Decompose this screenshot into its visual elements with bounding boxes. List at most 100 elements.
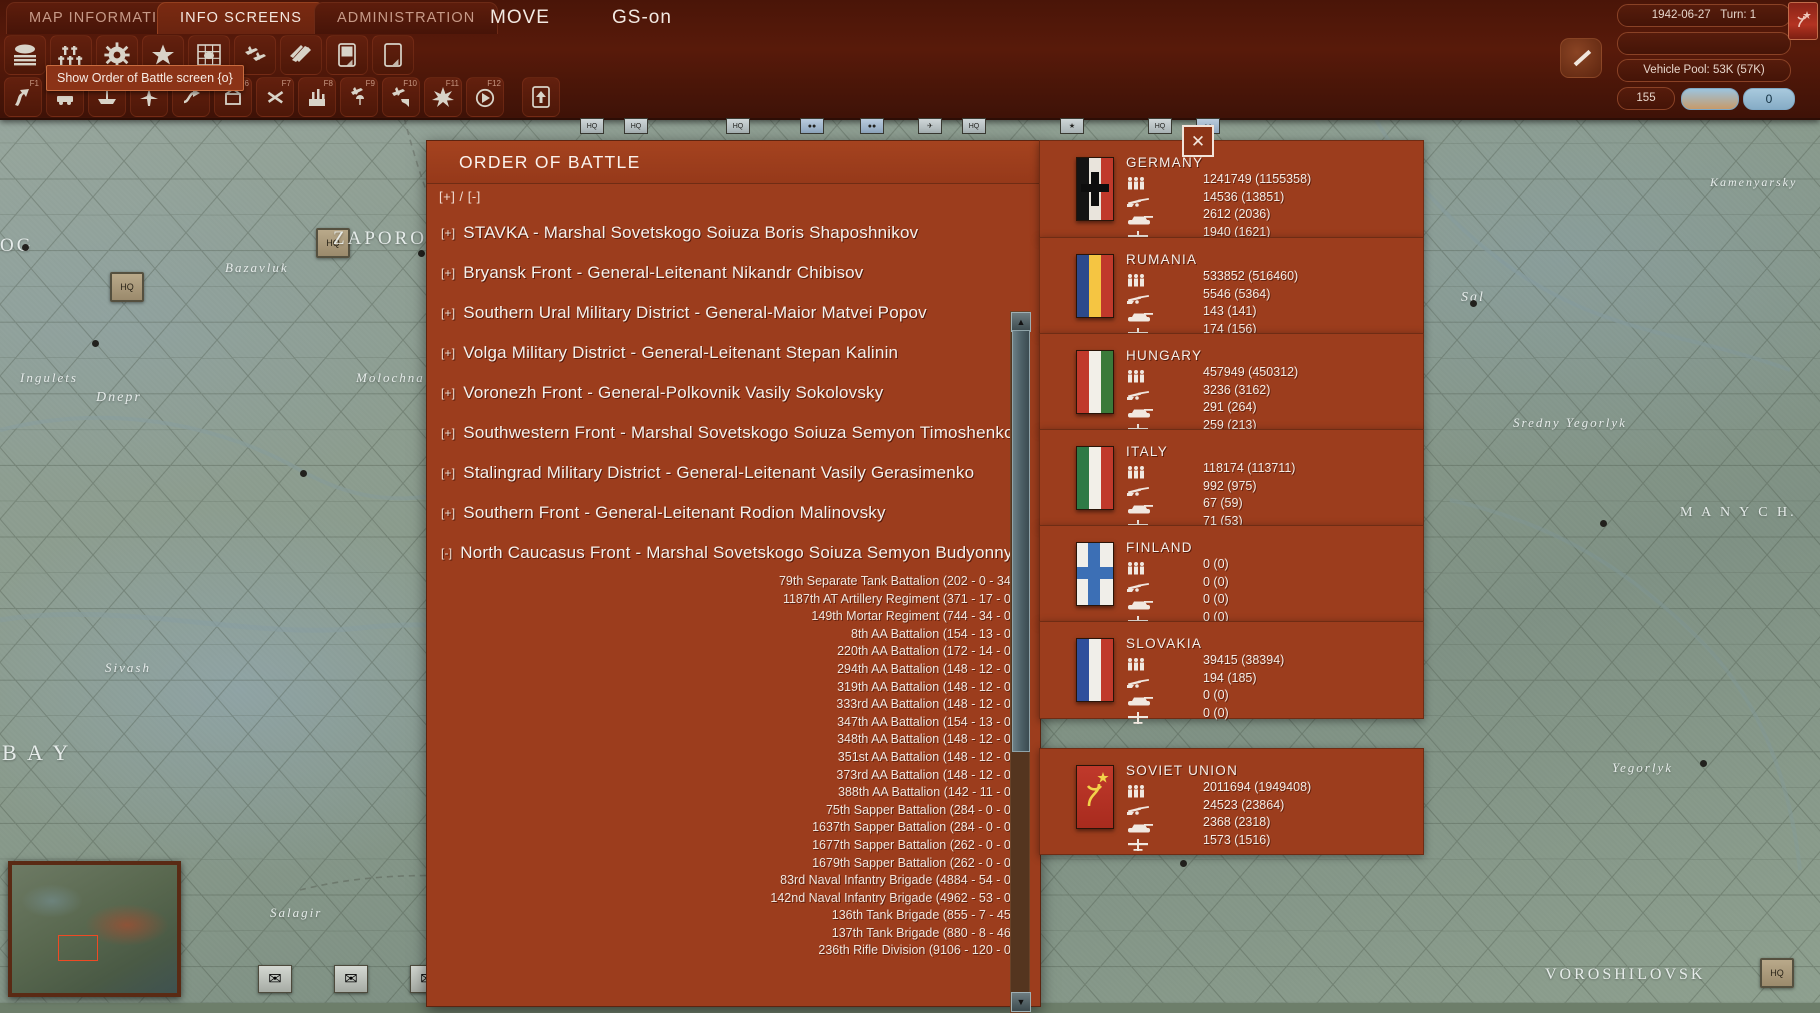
map-counter[interactable]: HQ [1148, 118, 1172, 134]
expand-all-button[interactable]: [+] [439, 189, 455, 204]
oob-node[interactable]: [-]North Caucasus Front - Marshal Sovets… [427, 533, 1040, 573]
oob-subunit-row[interactable]: 348th AA Battalion (148 - 12 - 0) [427, 731, 1040, 749]
counter-value-pill[interactable]: 155 [1617, 87, 1675, 110]
oob-subunit-row[interactable]: 388th AA Battalion (142 - 11 - 0) [427, 784, 1040, 802]
tab-info-screens[interactable]: INFO SCREENS [157, 2, 325, 34]
scrollbar-thumb[interactable] [1012, 330, 1030, 752]
nation-card[interactable]: RUMANIA533852 (516460)5546 (5364)143 (14… [1039, 237, 1424, 335]
oob-tree[interactable]: [+]STAVKA - Marshal Sovetskogo Soiuza Bo… [427, 213, 1040, 1006]
logistics-fuel-icon[interactable] [372, 35, 414, 75]
nation-card[interactable]: HUNGARY457949 (450312)3236 (3162)291 (26… [1039, 333, 1424, 431]
upload-unit-icon[interactable] [522, 77, 560, 117]
oob-subunit-row[interactable]: 1679th Sapper Battalion (262 - 0 - 0) [427, 855, 1040, 873]
node-toggle-icon[interactable]: [+] [441, 346, 455, 360]
map-counter[interactable]: ✈ [918, 118, 942, 134]
oob-node[interactable]: [+]Southwestern Front - Marshal Sovetsko… [427, 413, 1040, 453]
map-counter[interactable]: ●● [860, 118, 884, 134]
oob-scrollbar[interactable]: ▲ ▼ [1010, 311, 1030, 1013]
date-turn-pill[interactable]: 1942-06-27 Turn: 1 [1617, 4, 1791, 27]
node-toggle-icon[interactable]: [+] [441, 266, 455, 280]
bomb-industry-icon[interactable]: F8 [298, 77, 336, 117]
oob-node[interactable]: [+]Southern Front - General-Leitenant Ro… [427, 493, 1040, 533]
blank-status-pill[interactable] [1617, 32, 1791, 55]
node-toggle-icon[interactable]: [+] [441, 466, 455, 480]
oob-subunit-row[interactable]: 236th Rifle Division (9106 - 120 - 0) [427, 942, 1040, 960]
draw-tool-button[interactable] [1560, 38, 1602, 78]
node-toggle-icon[interactable]: [-] [441, 546, 452, 560]
close-icon[interactable]: ✕ [1182, 125, 1214, 157]
zero-value-pill[interactable]: 0 [1743, 88, 1795, 110]
oob-node[interactable]: [+]Stalingrad Military District - Genera… [427, 453, 1040, 493]
oob-subunit-row[interactable]: 220th AA Battalion (172 - 14 - 0) [427, 643, 1040, 661]
gs-toggle-label[interactable]: GS-on [612, 2, 672, 33]
oob-subunit-row[interactable]: 347th AA Battalion (154 - 13 - 0) [427, 714, 1040, 732]
map-settlement-dot[interactable] [418, 250, 425, 257]
minimap-viewport-rect[interactable] [58, 935, 98, 961]
map-city-counter-zaporozhye[interactable]: HQ [316, 228, 350, 258]
map-settlement-dot[interactable] [300, 470, 307, 477]
node-toggle-icon[interactable]: [+] [441, 426, 455, 440]
oob-node[interactable]: [+]Volga Military District - General-Lei… [427, 333, 1040, 373]
oob-subunit-row[interactable]: 137th Tank Brigade (880 - 8 - 46) [427, 925, 1040, 943]
node-toggle-icon[interactable]: [+] [441, 226, 455, 240]
map-counter[interactable]: HQ [962, 118, 986, 134]
oob-subunit-row[interactable]: 83rd Naval Infantry Brigade (4884 - 54 -… [427, 872, 1040, 890]
move-arrow-icon[interactable]: F1 [4, 77, 42, 117]
nation-stat-value: 194 (185) [1203, 670, 1284, 688]
oob-subunit-row[interactable]: 149th Mortar Regiment (744 - 34 - 0) [427, 608, 1040, 626]
oob-node[interactable]: [+]Bryansk Front - General-Leitenant Nik… [427, 253, 1040, 293]
oob-node[interactable]: [+]STAVKA - Marshal Sovetskogo Soiuza Bo… [427, 213, 1040, 253]
oob-node[interactable]: [+]Voronezh Front - General-Polkovnik Va… [427, 373, 1040, 413]
nation-card[interactable]: SOVIET UNION2011694 (1949408)24523 (2386… [1039, 748, 1424, 855]
oob-subunit-row[interactable]: 373rd AA Battalion (148 - 12 - 0) [427, 767, 1040, 785]
ground-attack-icon[interactable]: F7 [256, 77, 294, 117]
nation-card[interactable]: GERMANY1241749 (1155358)14536 (13851)261… [1039, 140, 1424, 239]
node-toggle-icon[interactable]: [+] [441, 386, 455, 400]
paradrop-icon[interactable]: F9 [340, 77, 378, 117]
node-toggle-icon[interactable]: [+] [441, 306, 455, 320]
map-counter[interactable]: HQ [580, 118, 604, 134]
scroll-down-arrow[interactable]: ▼ [1011, 992, 1031, 1012]
move-mode-label[interactable]: MOVE [490, 2, 550, 33]
map-counter[interactable]: ●● [800, 118, 824, 134]
oob-subunit-row[interactable]: 294th AA Battalion (148 - 12 - 0) [427, 661, 1040, 679]
oob-subunit-row[interactable]: 1637th Sapper Battalion (284 - 0 - 0) [427, 819, 1040, 837]
nation-stat-value: 39415 (38394) [1203, 652, 1284, 670]
oob-node[interactable]: [+]Southern Ural Military District - Gen… [427, 293, 1040, 333]
map-settlement-dot[interactable] [22, 244, 29, 251]
map-bottom-counter[interactable]: ✉ [258, 965, 292, 993]
map-bottom-counter[interactable]: ✉ [334, 965, 368, 993]
unit-layers-icon[interactable] [4, 35, 46, 75]
air-recon-icon[interactable]: F10 [382, 77, 420, 117]
air-transfer-icon[interactable] [280, 35, 322, 75]
oob-subunit-row[interactable]: 79th Separate Tank Battalion (202 - 0 - … [427, 573, 1040, 591]
oob-subunit-row[interactable]: 333rd AA Battalion (148 - 12 - 0) [427, 696, 1040, 714]
oob-subunit-row[interactable]: 75th Sapper Battalion (284 - 0 - 0) [427, 802, 1040, 820]
oob-subunit-row[interactable]: 351st AA Battalion (148 - 12 - 0) [427, 749, 1040, 767]
soviet-flag-icon[interactable] [1788, 2, 1818, 40]
oob-subunit-row[interactable]: 142nd Naval Infantry Brigade (4962 - 53 … [427, 890, 1040, 908]
map-settlement-dot[interactable] [92, 340, 99, 347]
oob-subunit-row[interactable]: 319th AA Battalion (148 - 12 - 0) [427, 679, 1040, 697]
map-counter[interactable]: HQ [726, 118, 750, 134]
resource-bar[interactable] [1681, 88, 1739, 110]
next-phase-icon[interactable]: F12 [466, 77, 504, 117]
oob-subunit-row[interactable]: 1677th Sapper Battalion (262 - 0 - 0) [427, 837, 1040, 855]
collapse-all-button[interactable]: [-] [468, 189, 481, 204]
scroll-up-arrow[interactable]: ▲ [1011, 312, 1031, 332]
nation-card[interactable]: FINLAND0 (0)0 (0)0 (0)0 (0) [1039, 525, 1424, 623]
oob-subunit-row[interactable]: 136th Tank Brigade (855 - 7 - 45) [427, 907, 1040, 925]
vehicle-pool-pill[interactable]: Vehicle Pool: 53K (57K) [1617, 59, 1791, 82]
oob-subunit-row[interactable]: 1187th AT Artillery Regiment (371 - 17 -… [427, 591, 1040, 609]
node-toggle-icon[interactable]: [+] [441, 506, 455, 520]
oob-subunit-row[interactable]: 8th AA Battalion (154 - 13 - 0) [427, 626, 1040, 644]
nation-card[interactable]: ITALY118174 (113711)992 (975)67 (59)71 (… [1039, 429, 1424, 527]
tab-administration[interactable]: ADMINISTRATION [314, 2, 498, 34]
logistics-supply-icon[interactable] [326, 35, 368, 75]
map-unit-counter[interactable]: HQ [110, 272, 144, 302]
bombardment-icon[interactable]: F11 [424, 77, 462, 117]
map-counter[interactable]: HQ [624, 118, 648, 134]
overview-minimap[interactable] [8, 861, 181, 997]
nation-card[interactable]: SLOVAKIA39415 (38394)194 (185)0 (0)0 (0) [1039, 621, 1424, 719]
map-counter[interactable]: ★ [1060, 118, 1084, 134]
